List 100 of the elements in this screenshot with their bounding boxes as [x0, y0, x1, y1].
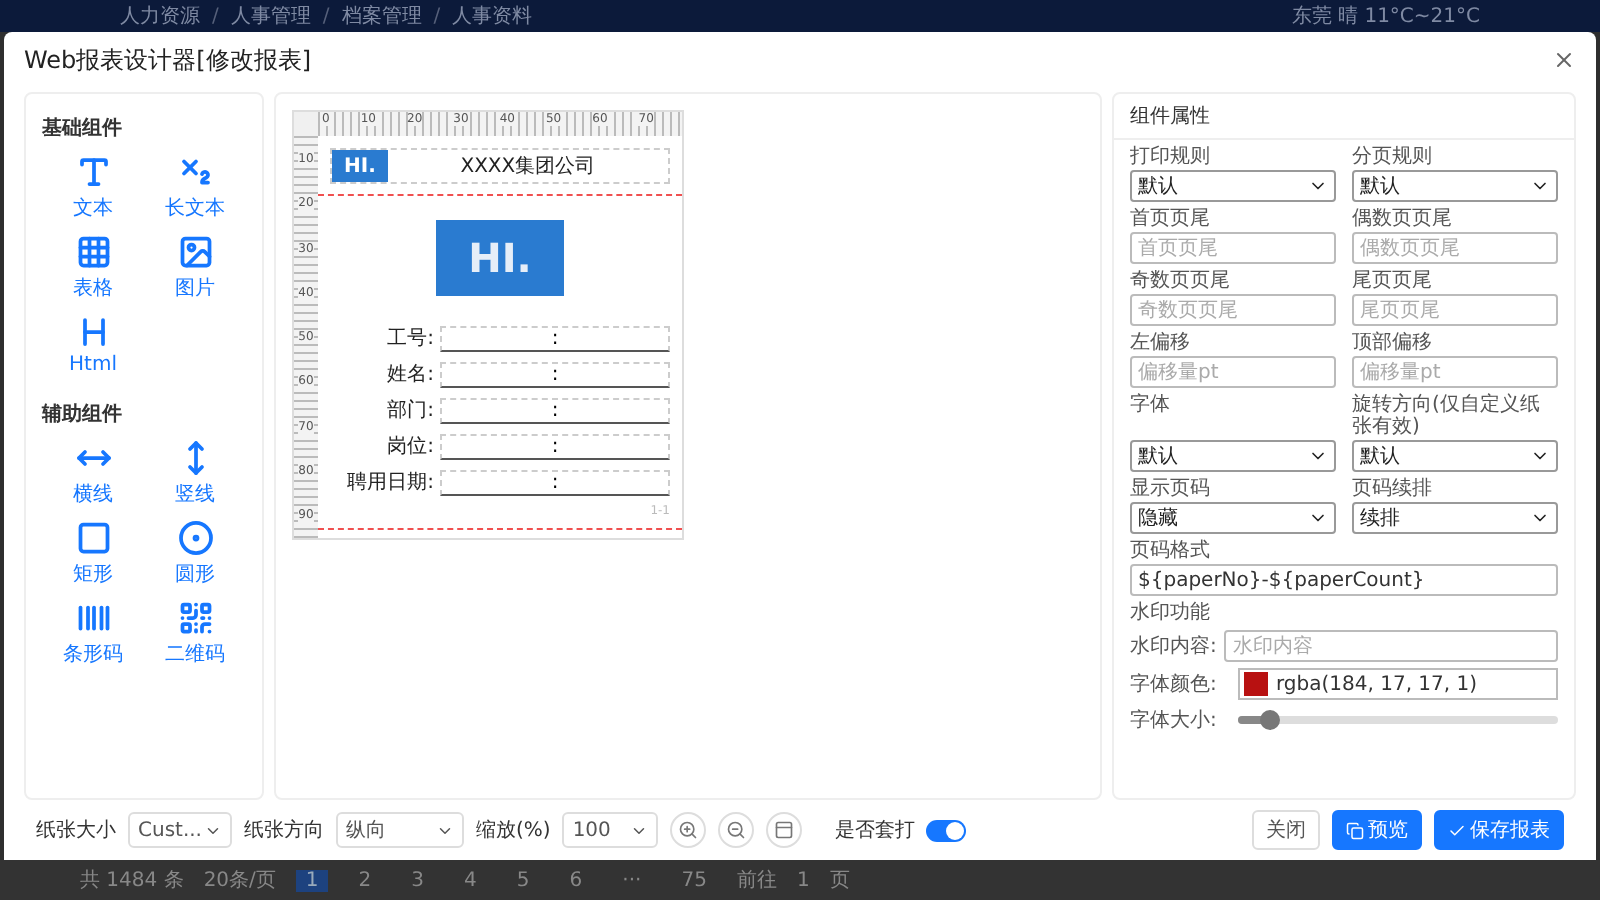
field-label: 打印规则: [1130, 146, 1212, 168]
component-item[interactable]: 文本: [42, 154, 144, 222]
component-item[interactable]: 二维码: [144, 600, 246, 668]
component-item[interactable]: 圆形: [144, 520, 246, 588]
zoom-out-button[interactable]: [718, 812, 755, 848]
form-label: 姓名:: [385, 362, 434, 388]
check-icon: [1448, 821, 1466, 839]
company-name: XXXX集团公司: [458, 154, 598, 180]
field-label: 字体大小:: [1130, 707, 1219, 734]
section-label: 水印功能: [1130, 602, 1212, 624]
copy-icon: [1346, 821, 1364, 839]
component-item[interactable]: 长文本: [144, 154, 246, 222]
field-label: 奇数页页尾: [1130, 270, 1232, 292]
page-link[interactable]: 1: [295, 869, 329, 891]
field-label: 首页页尾: [1130, 208, 1212, 230]
component-item[interactable]: 竖线: [144, 440, 246, 508]
field-label: 左偏移: [1130, 332, 1192, 354]
form-label: 聘用日期:: [345, 469, 434, 496]
component-item[interactable]: 横线: [42, 440, 144, 508]
font-size-slider[interactable]: [1238, 716, 1558, 724]
logo: HI.: [436, 220, 564, 296]
qr-code-icon: [177, 600, 213, 636]
overprint-switch[interactable]: [926, 819, 967, 841]
page-link[interactable]: ···: [612, 869, 652, 891]
breadcrumb-item[interactable]: 人事管理: [230, 2, 311, 30]
text-icon: [75, 154, 111, 190]
field-label: 页码续排: [1352, 478, 1434, 500]
page-input[interactable]: 1: [796, 869, 810, 891]
input-field[interactable]: 偏移量pt: [1352, 356, 1558, 388]
select-field[interactable]: 默认: [1130, 170, 1336, 202]
goto-label: 前往: [736, 867, 777, 894]
orientation-select[interactable]: 纵向: [336, 812, 464, 848]
zoom-select[interactable]: 100: [562, 812, 659, 848]
slider-thumb[interactable]: [1260, 710, 1280, 730]
total-count: 共 1484 条: [80, 867, 184, 894]
field-label: 顶部偏移: [1352, 332, 1434, 354]
page-link[interactable]: 2: [348, 869, 382, 891]
preview-button[interactable]: 预览: [1332, 810, 1422, 850]
barcode-icon: [75, 600, 111, 636]
zoom-out-icon: [726, 820, 747, 840]
panel-icon: [774, 820, 795, 840]
component-item[interactable]: 表格: [42, 234, 144, 302]
breadcrumb-separator: /: [433, 5, 441, 27]
input-field[interactable]: 首页页尾: [1130, 232, 1336, 264]
select-field[interactable]: 默认: [1352, 170, 1558, 202]
select-field[interactable]: 续排: [1352, 502, 1558, 534]
form-value-field: :: [440, 470, 670, 496]
group-title: 基础组件: [42, 115, 124, 142]
field-label: 缩放(%): [476, 817, 551, 844]
logo: HI.: [332, 150, 388, 182]
field-label: 页码格式: [1130, 540, 1212, 562]
input-field[interactable]: ${paperNo}-${paperCount}: [1130, 564, 1558, 596]
page-link[interactable]: 3: [401, 869, 435, 891]
input-field[interactable]: 奇数页页尾: [1130, 294, 1336, 326]
paper-size-select[interactable]: Cust...: [128, 812, 232, 848]
input-field[interactable]: 尾页页尾: [1352, 294, 1558, 326]
component-item[interactable]: Html: [42, 314, 144, 376]
panel-title: 组件属性: [1114, 94, 1574, 140]
field-label: 旋转方向(仅自定义纸张有效): [1352, 394, 1542, 438]
square-icon: [75, 520, 111, 556]
breadcrumb-separator: /: [212, 5, 219, 27]
select-field[interactable]: 默认: [1352, 440, 1558, 472]
breadcrumb-item[interactable]: 档案管理: [341, 2, 422, 30]
component-item[interactable]: 矩形: [42, 520, 144, 588]
field-label: 偶数页页尾: [1352, 208, 1454, 230]
breadcrumb-item[interactable]: 人事资料: [452, 2, 533, 30]
select-field[interactable]: 默认: [1130, 440, 1336, 472]
breadcrumb-item[interactable]: 人力资源: [120, 2, 200, 30]
component-item[interactable]: 条形码: [42, 600, 144, 668]
zoom-in-button[interactable]: [670, 812, 707, 848]
component-item[interactable]: 图片: [144, 234, 246, 302]
field-label: 字体颜色:: [1130, 671, 1219, 698]
close-icon[interactable]: [1552, 48, 1576, 72]
ruler-corner: [294, 112, 318, 136]
page-link[interactable]: 5: [506, 869, 540, 891]
form-value-field: :: [440, 398, 670, 424]
form-label: 部门:: [385, 397, 434, 424]
form-value-field: :: [440, 326, 670, 352]
field-label: 分页规则: [1352, 146, 1434, 168]
page-link[interactable]: 75: [671, 869, 717, 891]
input-field[interactable]: 水印内容: [1224, 630, 1558, 662]
input-field[interactable]: 偏移量pt: [1130, 356, 1336, 388]
layout-button[interactable]: [766, 812, 803, 848]
input-field[interactable]: 偶数页页尾: [1352, 232, 1558, 264]
color-field[interactable]: rgba(184, 17, 17, 1): [1238, 668, 1558, 700]
close-button[interactable]: 关闭: [1252, 810, 1320, 850]
page-link[interactable]: 4: [454, 869, 487, 891]
field-label: 是否套打: [834, 817, 915, 844]
field-label: 水印内容:: [1130, 633, 1217, 660]
image-icon: [177, 234, 213, 270]
dialog-title: Web报表设计器[修改报表]: [24, 43, 312, 77]
subscript-text-icon: [177, 154, 213, 190]
page-size-select[interactable]: 20条/页: [203, 866, 276, 894]
field-label: 显示页码: [1130, 478, 1212, 500]
field-label: 纸张大小: [36, 817, 116, 844]
save-button[interactable]: 保存报表: [1434, 810, 1564, 850]
page-link[interactable]: 6: [559, 869, 593, 891]
breadcrumb-separator: /: [322, 5, 330, 27]
form-label: 岗位:: [385, 433, 434, 460]
select-field[interactable]: 隐藏: [1130, 502, 1336, 534]
